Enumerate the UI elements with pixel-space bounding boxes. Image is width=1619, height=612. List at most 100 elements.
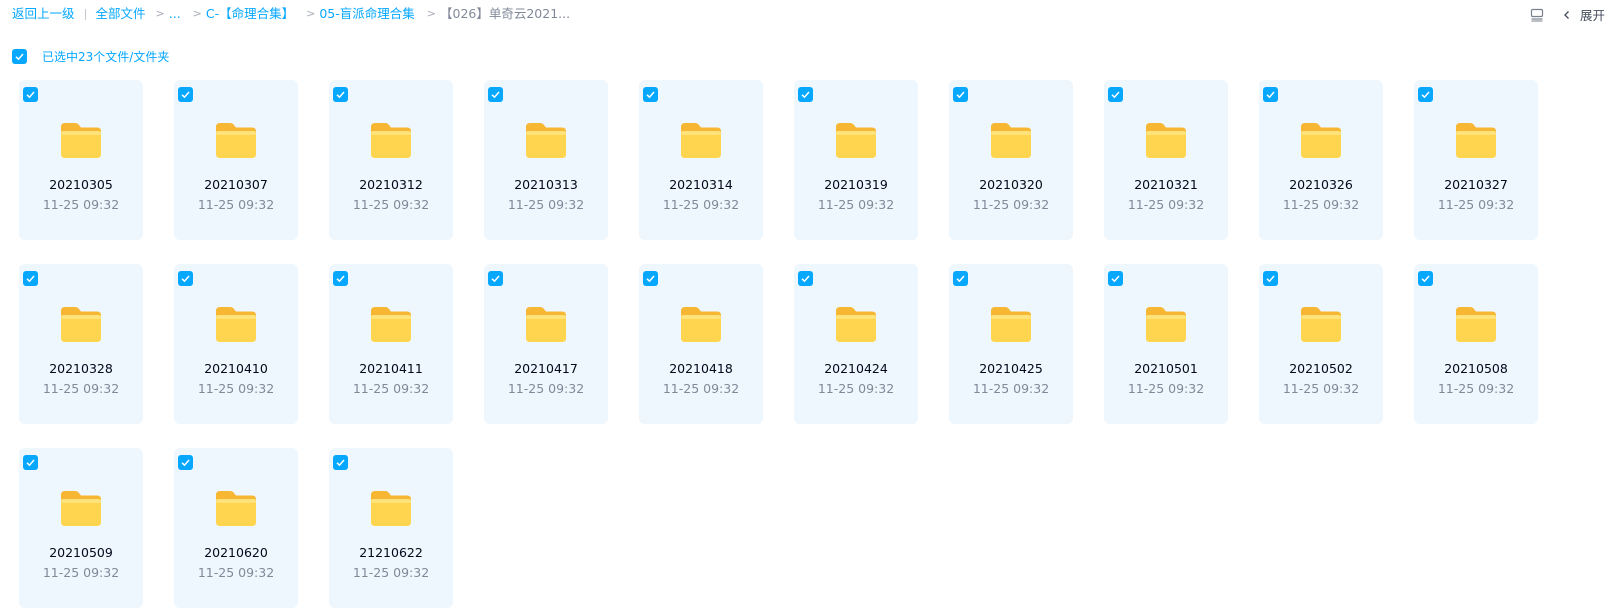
item-checkbox[interactable] xyxy=(798,271,813,286)
item-checkbox[interactable] xyxy=(23,271,38,286)
folder-name: 20210321 xyxy=(1134,177,1198,192)
check-icon xyxy=(15,53,24,61)
folder-name: 20210312 xyxy=(359,177,423,192)
folder-card[interactable]: 20210314 11-25 09:32 xyxy=(639,80,763,240)
item-checkbox[interactable] xyxy=(643,87,658,102)
file-grid: 20210305 11-25 09:32 20210307 11-25 09:3… xyxy=(19,80,1538,608)
folder-modified-time: 11-25 09:32 xyxy=(42,197,120,212)
folder-name: 20210314 xyxy=(669,177,733,192)
folder-card[interactable]: 21210622 11-25 09:32 xyxy=(329,448,453,608)
top-bar: 返回上一级 全部文件 > ... > C-【命理合集】 > 05-盲派命理合集 … xyxy=(0,0,1619,30)
folder-modified-time: 11-25 09:32 xyxy=(42,565,120,580)
item-checkbox[interactable] xyxy=(178,271,193,286)
folder-modified-time: 11-25 09:32 xyxy=(1437,197,1515,212)
folder-card[interactable]: 20210424 11-25 09:32 xyxy=(794,264,918,424)
folder-icon xyxy=(58,488,104,528)
folder-card[interactable]: 20210417 11-25 09:32 xyxy=(484,264,608,424)
item-checkbox[interactable] xyxy=(1263,271,1278,286)
chevron-left-icon xyxy=(1562,10,1572,20)
item-checkbox[interactable] xyxy=(953,87,968,102)
folder-name: 20210307 xyxy=(204,177,268,192)
breadcrumb-divider xyxy=(84,8,86,20)
folder-card[interactable]: 20210307 11-25 09:32 xyxy=(174,80,298,240)
folder-modified-time: 11-25 09:32 xyxy=(972,197,1050,212)
breadcrumb-separator: > xyxy=(426,7,436,20)
folder-modified-time: 11-25 09:32 xyxy=(1282,197,1360,212)
selection-count-label: 已选中23个文件/文件夹 xyxy=(42,50,170,64)
item-checkbox[interactable] xyxy=(488,87,503,102)
folder-card[interactable]: 20210509 11-25 09:32 xyxy=(19,448,143,608)
item-checkbox[interactable] xyxy=(1418,271,1433,286)
item-checkbox[interactable] xyxy=(23,87,38,102)
item-checkbox[interactable] xyxy=(1108,271,1123,286)
item-checkbox[interactable] xyxy=(798,87,813,102)
back-link[interactable]: 返回上一级 xyxy=(12,6,75,22)
item-checkbox[interactable] xyxy=(23,455,38,470)
folder-name: 20210418 xyxy=(669,361,733,376)
item-checkbox[interactable] xyxy=(1108,87,1123,102)
folder-modified-time: 11-25 09:32 xyxy=(42,381,120,396)
folder-icon xyxy=(833,120,879,160)
folder-card[interactable]: 20210508 11-25 09:32 xyxy=(1414,264,1538,424)
folder-icon xyxy=(1298,304,1344,344)
item-checkbox[interactable] xyxy=(178,455,193,470)
folder-icon xyxy=(678,304,724,344)
top-right-tools: 展开 xyxy=(1530,5,1605,24)
folder-modified-time: 11-25 09:32 xyxy=(1437,381,1515,396)
folder-card[interactable]: 20210326 11-25 09:32 xyxy=(1259,80,1383,240)
item-checkbox[interactable] xyxy=(333,271,348,286)
folder-icon xyxy=(988,120,1034,160)
select-all-checkbox[interactable] xyxy=(12,49,27,64)
item-checkbox[interactable] xyxy=(488,271,503,286)
folder-name: 20210305 xyxy=(49,177,113,192)
folder-icon xyxy=(1143,304,1189,344)
folder-name: 20210411 xyxy=(359,361,423,376)
item-checkbox[interactable] xyxy=(333,87,348,102)
folder-card[interactable]: 20210620 11-25 09:32 xyxy=(174,448,298,608)
folder-card[interactable]: 20210411 11-25 09:32 xyxy=(329,264,453,424)
folder-card[interactable]: 20210320 11-25 09:32 xyxy=(949,80,1073,240)
expand-label: 展开 xyxy=(1579,8,1605,23)
folder-card[interactable]: 20210425 11-25 09:32 xyxy=(949,264,1073,424)
item-checkbox[interactable] xyxy=(178,87,193,102)
folder-modified-time: 11-25 09:32 xyxy=(352,197,430,212)
folder-card[interactable]: 20210319 11-25 09:32 xyxy=(794,80,918,240)
breadcrumb-separator: > xyxy=(155,7,165,20)
folder-card[interactable]: 20210305 11-25 09:32 xyxy=(19,80,143,240)
breadcrumb-level1[interactable]: C-【命理合集】 xyxy=(206,6,294,22)
folder-card[interactable]: 20210312 11-25 09:32 xyxy=(329,80,453,240)
folder-name: 20210509 xyxy=(49,545,113,560)
folder-icon xyxy=(58,120,104,160)
folder-name: 20210410 xyxy=(204,361,268,376)
folder-card[interactable]: 20210327 11-25 09:32 xyxy=(1414,80,1538,240)
folder-icon xyxy=(58,304,104,344)
folder-card[interactable]: 20210321 11-25 09:32 xyxy=(1104,80,1228,240)
folder-name: 20210417 xyxy=(514,361,578,376)
item-checkbox[interactable] xyxy=(333,455,348,470)
breadcrumb-separator: > xyxy=(192,7,202,20)
breadcrumb-ellipsis[interactable]: ... xyxy=(169,6,181,22)
folder-card[interactable]: 20210418 11-25 09:32 xyxy=(639,264,763,424)
folder-name: 20210502 xyxy=(1289,361,1353,376)
item-checkbox[interactable] xyxy=(1263,87,1278,102)
folder-modified-time: 11-25 09:32 xyxy=(507,197,585,212)
folder-name: 20210326 xyxy=(1289,177,1353,192)
list-view-icon[interactable] xyxy=(1530,8,1544,22)
folder-card[interactable]: 20210501 11-25 09:32 xyxy=(1104,264,1228,424)
folder-modified-time: 11-25 09:32 xyxy=(197,381,275,396)
folder-card[interactable]: 20210313 11-25 09:32 xyxy=(484,80,608,240)
folder-card[interactable]: 20210410 11-25 09:32 xyxy=(174,264,298,424)
folder-modified-time: 11-25 09:32 xyxy=(1282,381,1360,396)
expand-button[interactable]: 展开 xyxy=(1562,5,1605,24)
breadcrumb-level2[interactable]: 05-盲派命理合集 xyxy=(319,6,414,22)
folder-name: 21210622 xyxy=(359,545,423,560)
folder-card[interactable]: 20210502 11-25 09:32 xyxy=(1259,264,1383,424)
folder-modified-time: 11-25 09:32 xyxy=(352,565,430,580)
item-checkbox[interactable] xyxy=(953,271,968,286)
folder-card[interactable]: 20210328 11-25 09:32 xyxy=(19,264,143,424)
folder-icon xyxy=(1453,120,1499,160)
item-checkbox[interactable] xyxy=(643,271,658,286)
folder-icon xyxy=(523,304,569,344)
item-checkbox[interactable] xyxy=(1418,87,1433,102)
breadcrumb-root[interactable]: 全部文件 xyxy=(96,6,146,22)
